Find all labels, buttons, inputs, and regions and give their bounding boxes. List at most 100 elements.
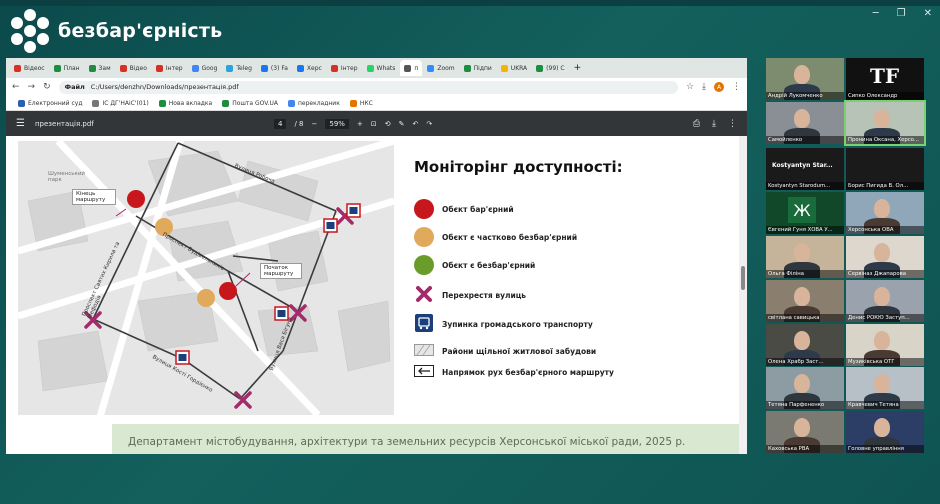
minimize-icon[interactable]: ─: [873, 8, 879, 19]
participant-tile[interactable]: Борис Пигида В. Ол...: [846, 148, 924, 190]
participant-name: світлана савицька: [766, 314, 844, 322]
footer-text: Департамент містобудування, архітектури …: [128, 436, 686, 448]
browser-tab[interactable]: (3) Fa: [257, 60, 292, 76]
reload-icon[interactable]: ↻: [43, 82, 51, 92]
participant-tile[interactable]: Ж Євгений Гуня ХОВА У...: [766, 192, 844, 234]
menu-icon[interactable]: ⋮: [732, 82, 741, 92]
more-icon[interactable]: ⋮: [728, 119, 737, 129]
bookmark-item[interactable]: Нова вкладка: [158, 99, 213, 107]
fit-page-icon[interactable]: ⊡: [371, 120, 377, 128]
participant-tile[interactable]: Олена Храбр Заст...: [766, 324, 844, 366]
browser-tab[interactable]: Зам: [85, 60, 115, 76]
page-number-input[interactable]: 4: [274, 118, 287, 129]
participant-tile[interactable]: Музиківська ОТГ: [846, 324, 924, 366]
browser-tab[interactable]: Teleg: [222, 60, 256, 76]
save-icon[interactable]: ⤓: [712, 119, 716, 129]
browser-tab[interactable]: UKRA: [497, 60, 531, 76]
undo-icon[interactable]: ↶: [412, 120, 418, 128]
browser-tab[interactable]: Zoom: [423, 60, 458, 76]
pdf-viewport[interactable]: Кінець маршруту Початок маршруту Шуменсь…: [6, 136, 747, 454]
tab-label: Зам: [98, 64, 111, 72]
tab-label: Інтер: [340, 64, 358, 72]
url-field[interactable]: Файл C:/Users/denzhn/Downloads/презентац…: [58, 80, 678, 94]
bookmark-icon: [222, 99, 230, 107]
back-icon[interactable]: ←: [12, 82, 20, 92]
browser-tab[interactable]: Інтер: [327, 60, 362, 76]
participant-tile[interactable]: Кравчевич Тетяна: [846, 367, 924, 409]
close-icon[interactable]: ✕: [924, 8, 932, 19]
browser-tab[interactable]: Інтер: [152, 60, 187, 76]
bookmark-icon: [287, 99, 295, 107]
browser-tab[interactable]: Goog: [188, 60, 222, 76]
bookmark-item[interactable]: Пошта GOV.UA: [222, 99, 278, 107]
participant-tile[interactable]: Kostyantyn Star... Kostyantyn Starodum...: [766, 148, 844, 190]
download-icon[interactable]: ⤓: [702, 82, 706, 92]
browser-tab[interactable]: Відео: [116, 60, 151, 76]
participant-tile[interactable]: Тетяна Парфененко: [766, 367, 844, 409]
participant-name: Каховська РВА: [766, 445, 844, 453]
pdf-menu-icon[interactable]: ☰: [16, 118, 25, 129]
bookmark-item[interactable]: перекладник: [287, 99, 340, 107]
profile-avatar[interactable]: A: [714, 82, 724, 92]
star-icon[interactable]: ☆: [686, 82, 694, 92]
legend-item: Перехрестя вулиць: [414, 284, 526, 306]
zoom-out-icon[interactable]: −: [312, 120, 318, 128]
bookmark-item[interactable]: Електронний суд: [18, 99, 82, 107]
browser-tab[interactable]: Whats: [363, 60, 400, 76]
pdf-scrollbar[interactable]: [739, 136, 747, 454]
brand-logo: безбар'єрність: [8, 9, 222, 53]
pdf-toolbar: ☰ презентація.pdf 4 / 8 − 59% + ⊡ ⟲ ✎ ↶ …: [6, 111, 747, 136]
participant-tile[interactable]: Пронина Оксана, Херсо...: [844, 100, 926, 146]
participant-tile[interactable]: світлана савицька: [766, 280, 844, 322]
participant-tile[interactable]: Денис РОКЮ Заступ...: [846, 280, 924, 322]
participant-face: [794, 65, 810, 84]
draw-icon[interactable]: ✎: [399, 120, 405, 128]
bookmark-label: ІС ДГ'НАіС'(01): [102, 99, 149, 107]
tab-label: Whats: [376, 64, 396, 72]
participant-tile[interactable]: Самойленко: [766, 102, 844, 144]
participant-tile[interactable]: TF Сипко Олександр: [846, 58, 924, 100]
participant-tile[interactable]: Головне управління: [846, 411, 924, 453]
participant-face: [794, 243, 810, 262]
zoom-in-icon[interactable]: +: [357, 120, 363, 128]
rotate-icon[interactable]: ⟲: [385, 120, 391, 128]
legend-label: Перехрестя вулиць: [442, 290, 527, 300]
legend-label: Обєкт бар'єрний: [442, 204, 514, 214]
browser-tab[interactable]: Відеос: [10, 60, 49, 76]
tab-label: Підпи: [473, 64, 492, 72]
restore-icon[interactable]: ❐: [897, 8, 906, 19]
participant-name: Тетяна Парфененко: [766, 401, 844, 409]
participant-face: [874, 243, 890, 262]
bookmark-item[interactable]: НКС: [349, 99, 373, 107]
print-icon[interactable]: ⎙: [693, 119, 700, 129]
browser-tab[interactable]: Херс: [293, 60, 326, 76]
participant-tile[interactable]: Херсонська ОВА: [846, 192, 924, 234]
redo-icon[interactable]: ↷: [426, 120, 432, 128]
participant-tile[interactable]: Каховська РВА: [766, 411, 844, 453]
participant-name: Борис Пигида В. Ол...: [846, 182, 924, 190]
browser-tab[interactable]: План: [50, 60, 84, 76]
legend-dot-icon: [414, 227, 434, 247]
bookmark-label: Нова вкладка: [168, 99, 213, 107]
browser-tab[interactable]: Підпи: [460, 60, 496, 76]
new-tab-icon[interactable]: +: [574, 63, 582, 73]
scroll-thumb[interactable]: [741, 266, 745, 290]
forward-icon[interactable]: →: [28, 82, 36, 92]
participant-tile[interactable]: Андрій Лукомченко: [766, 58, 844, 100]
browser-tab[interactable]: п: [400, 60, 423, 76]
tab-favicon-icon: [366, 64, 374, 72]
tab-favicon-icon: [119, 64, 127, 72]
participant-tile[interactable]: Сервіназ Джапарова: [846, 236, 924, 278]
participant-tile[interactable]: Ольга Філіна: [766, 236, 844, 278]
participant-name: Євгений Гуня ХОВА У...: [766, 226, 844, 234]
tab-favicon-icon: [53, 64, 61, 72]
participant-name: Головне управління: [846, 445, 924, 453]
tab-favicon-icon: [500, 64, 508, 72]
bookmark-item[interactable]: ІС ДГ'НАіС'(01): [92, 99, 149, 107]
participant-face: [874, 199, 890, 218]
participant-face: [874, 418, 890, 437]
browser-tab[interactable]: (99) С: [532, 60, 568, 76]
legend-label: Напрямок рух безбар'єрного маршруту: [442, 367, 614, 377]
participant-name: Музиківська ОТГ: [846, 358, 924, 366]
zoom-level[interactable]: 59%: [325, 118, 349, 129]
